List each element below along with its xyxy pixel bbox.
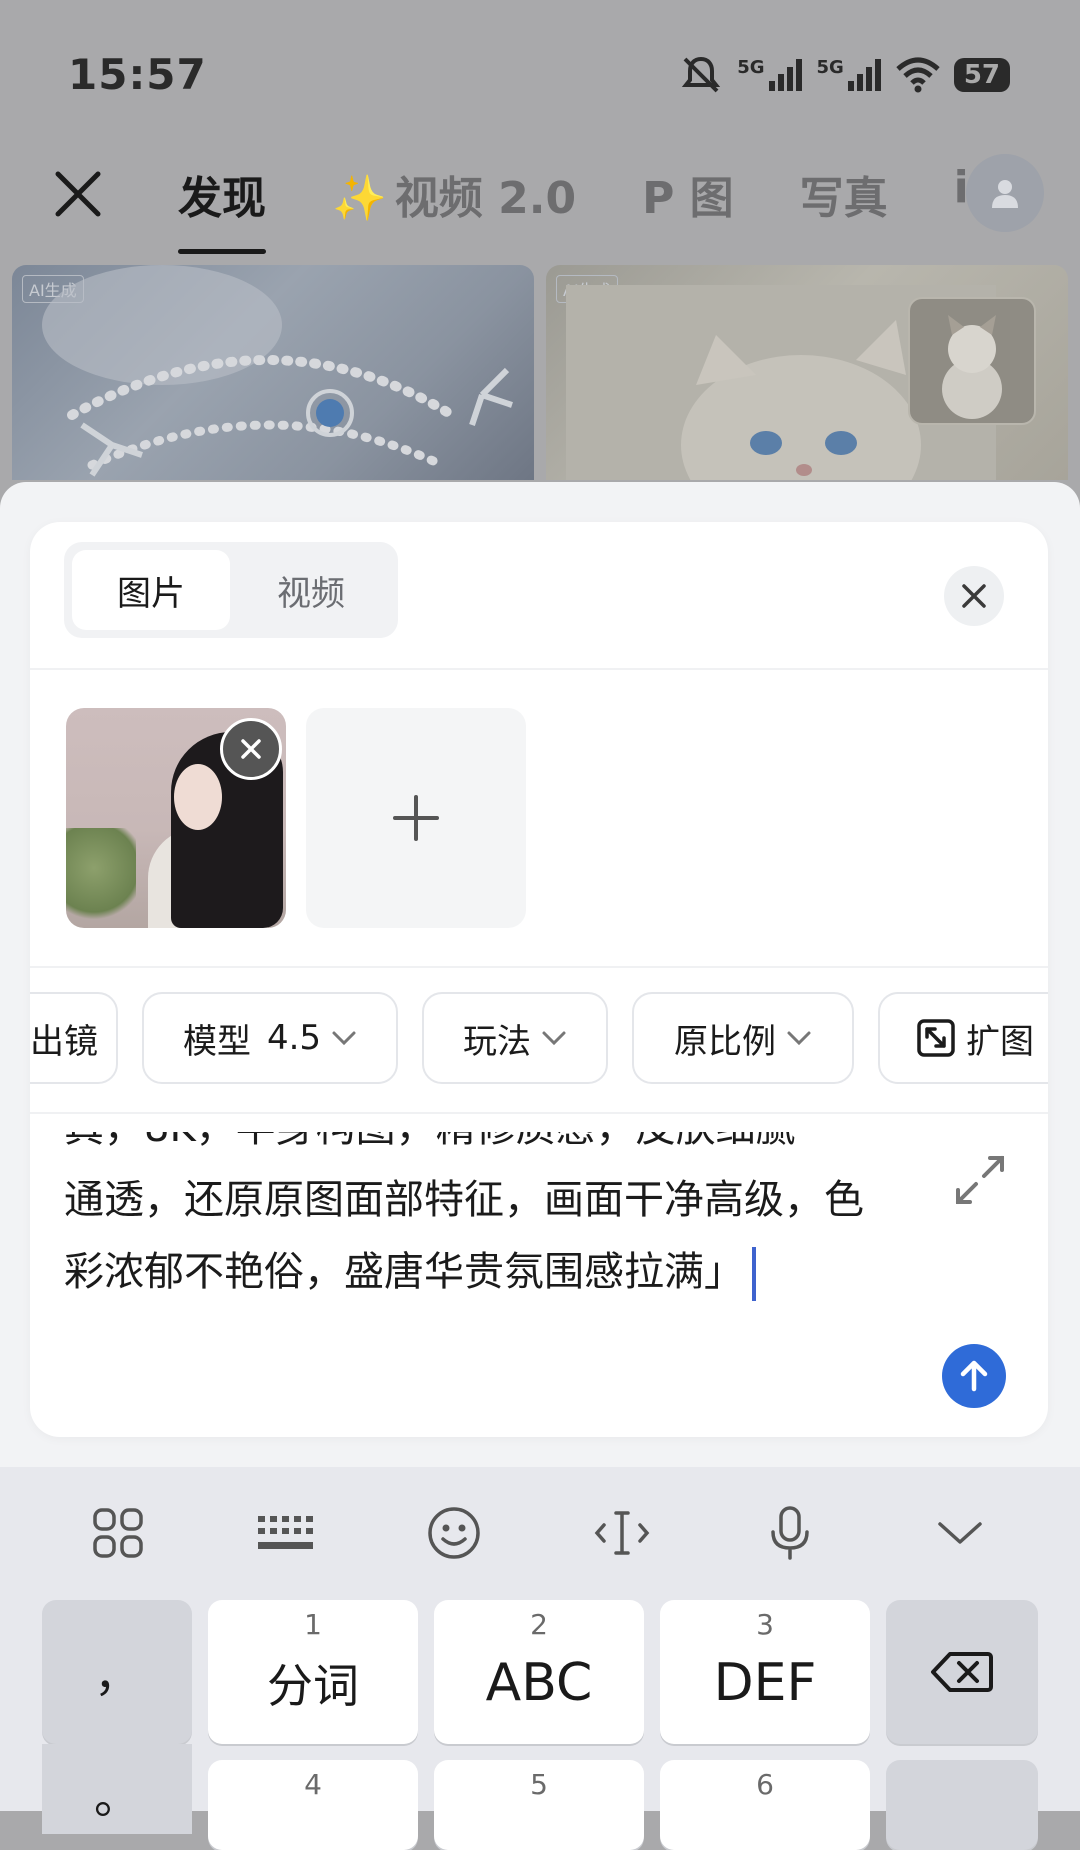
tab-portrait[interactable]: 写真 xyxy=(800,162,888,226)
divider-2 xyxy=(30,966,1048,968)
category-tabs: 发现 ✨ 视频 2.0 P 图 写真 i xyxy=(178,162,969,254)
signal-label-1: 5G xyxy=(737,57,765,78)
prompt-text: 通透，还原原图面部特征，画面干净高级，色彩浓郁不艳俗，盛唐华贵氛围感拉满」 xyxy=(64,1177,864,1295)
key-period-label: 。 xyxy=(94,1770,140,1824)
chip-model-value: 4.5 xyxy=(266,1018,322,1058)
keyboard-icon[interactable] xyxy=(255,1503,315,1563)
chip-aspect-ratio[interactable]: 原比例 xyxy=(632,992,854,1084)
tab-video-2[interactable]: ✨ 视频 2.0 xyxy=(332,162,576,226)
key-period[interactable]: 。 xyxy=(42,1744,192,1834)
chevron-down-icon xyxy=(332,1031,356,1046)
chip-model[interactable]: 模型 4.5 xyxy=(142,992,398,1084)
signal-5g-icon: 5G xyxy=(737,57,802,93)
mode-tab-image[interactable]: 图片 xyxy=(72,550,230,630)
send-button[interactable] xyxy=(942,1344,1006,1408)
key-6-number: 6 xyxy=(756,1768,774,1801)
add-image-button[interactable] xyxy=(306,708,526,928)
key-1-number: 1 xyxy=(304,1608,322,1641)
key-2-abc[interactable]: 2 ABC xyxy=(434,1600,644,1744)
mode-tab-video[interactable]: 视频 xyxy=(232,550,390,630)
wifi-icon xyxy=(896,57,940,93)
key-4-number: 4 xyxy=(304,1768,322,1801)
chip-appearance[interactable]: 出镜 xyxy=(30,992,118,1084)
key-4[interactable]: 4 xyxy=(208,1760,418,1850)
create-card: 图片 视频 出镜 模型 4.5 玩法 原比例 扩图 通透，还原原图面部特征，画面… xyxy=(30,522,1048,1437)
soft-keyboard: ， 1 分词 2 ABC 3 DEF 。 4 5 6 xyxy=(0,1467,1080,1850)
reference-image-thumbnail[interactable] xyxy=(66,708,286,928)
arrow-up-icon xyxy=(960,1360,988,1392)
plant-decoration xyxy=(66,828,136,928)
key-row2-right[interactable] xyxy=(886,1760,1038,1850)
divider-3 xyxy=(30,1112,1048,1114)
key-3-label: DEF xyxy=(713,1653,817,1713)
plus-icon xyxy=(393,795,439,841)
pearl-headpiece-image xyxy=(42,265,513,477)
backspace-icon xyxy=(931,1652,993,1692)
key-comma[interactable]: ， xyxy=(42,1600,192,1744)
chevron-down-icon[interactable] xyxy=(930,1503,990,1563)
chip-expand-image[interactable]: 扩图 xyxy=(878,992,1048,1084)
key-2-number: 2 xyxy=(530,1608,548,1641)
signal-label-2: 5G xyxy=(816,57,844,78)
tab-discover[interactable]: 发现 xyxy=(178,162,266,254)
expand-crop-icon xyxy=(917,1019,955,1057)
chip-aspect-ratio-label: 原比例 xyxy=(674,1021,776,1062)
user-icon xyxy=(992,180,1018,208)
chip-expand-image-label: 扩图 xyxy=(966,1021,1034,1062)
portrait-face xyxy=(174,764,222,830)
battery-indicator: 57 xyxy=(953,58,1010,92)
create-sheet: 图片 视频 出镜 模型 4.5 玩法 原比例 扩图 通透，还原原图面部特征，画面… xyxy=(0,482,1080,1467)
prompt-text-wrap: 通透，还原原图面部特征，画面干净高级，色彩浓郁不艳俗，盛唐华贵氛围感拉满」 xyxy=(64,1164,894,1308)
microphone-icon[interactable] xyxy=(760,1503,820,1563)
close-icon xyxy=(962,584,986,608)
key-3-number: 3 xyxy=(756,1608,774,1641)
signal-5g-icon-2: 5G xyxy=(817,57,882,93)
prompt-input[interactable]: 真，8K，半身构图，精修质感，皮肤细腻 通透，还原原图面部特征，画面干净高级，色… xyxy=(64,1132,894,1412)
chip-gameplay-label: 玩法 xyxy=(463,1021,531,1062)
cat-photo-inset xyxy=(908,297,1036,425)
expand-editor-icon[interactable] xyxy=(950,1150,1010,1210)
status-icons: 5G 5G 57 xyxy=(679,50,1010,100)
feed-card-cat-painting[interactable]: AI生成 xyxy=(546,265,1068,480)
top-nav: 发现 ✨ 视频 2.0 P 图 写真 i xyxy=(0,150,1080,254)
text-cursor xyxy=(752,1247,756,1301)
divider xyxy=(30,668,1048,670)
key-6[interactable]: 6 xyxy=(660,1760,870,1850)
key-3-def[interactable]: 3 DEF xyxy=(660,1600,870,1744)
key-backspace[interactable] xyxy=(886,1600,1038,1744)
tab-p-image[interactable]: P 图 xyxy=(642,162,734,226)
key-1-label: 分词 xyxy=(267,1659,359,1713)
status-time: 15:57 xyxy=(68,50,207,99)
chevron-down-icon xyxy=(542,1031,566,1046)
chevron-down-icon xyxy=(787,1031,811,1046)
remove-image-button[interactable] xyxy=(220,718,282,780)
close-icon xyxy=(241,739,261,759)
apps-grid-icon[interactable] xyxy=(88,1503,148,1563)
prompt-clipped-line: 真，8K，半身构图，精修质感，皮肤细腻 xyxy=(64,1132,894,1164)
chip-appearance-label: 出镜 xyxy=(30,1021,98,1062)
key-2-label: ABC xyxy=(485,1653,593,1713)
feed-card-jewelry[interactable]: AI生成 xyxy=(12,265,534,480)
feed-thumbnails: AI生成 AI生成 xyxy=(12,265,1068,480)
sparkle-icon: ✨ xyxy=(332,173,387,224)
tab-video-2-label: 视频 2.0 xyxy=(394,173,577,224)
key-1-fenci[interactable]: 1 分词 xyxy=(208,1600,418,1744)
cursor-move-icon[interactable] xyxy=(592,1503,652,1563)
key-comma-label: ， xyxy=(94,1648,140,1702)
close-icon[interactable] xyxy=(52,168,104,220)
key-5[interactable]: 5 xyxy=(434,1760,644,1850)
mute-bell-icon xyxy=(682,56,721,93)
keyboard-toolbar xyxy=(0,1467,1080,1592)
mode-segmented-control: 图片 视频 xyxy=(64,542,398,638)
status-bar: 15:57 5G 5G 57 xyxy=(0,0,1080,140)
chip-model-label: 模型 xyxy=(182,1021,251,1062)
emoji-icon[interactable] xyxy=(424,1503,484,1563)
chip-gameplay[interactable]: 玩法 xyxy=(422,992,608,1084)
key-5-number: 5 xyxy=(530,1768,548,1801)
close-sheet-button[interactable] xyxy=(944,566,1004,626)
avatar[interactable] xyxy=(966,154,1044,232)
option-chips: 出镜 模型 4.5 玩法 原比例 扩图 xyxy=(30,992,1048,1088)
